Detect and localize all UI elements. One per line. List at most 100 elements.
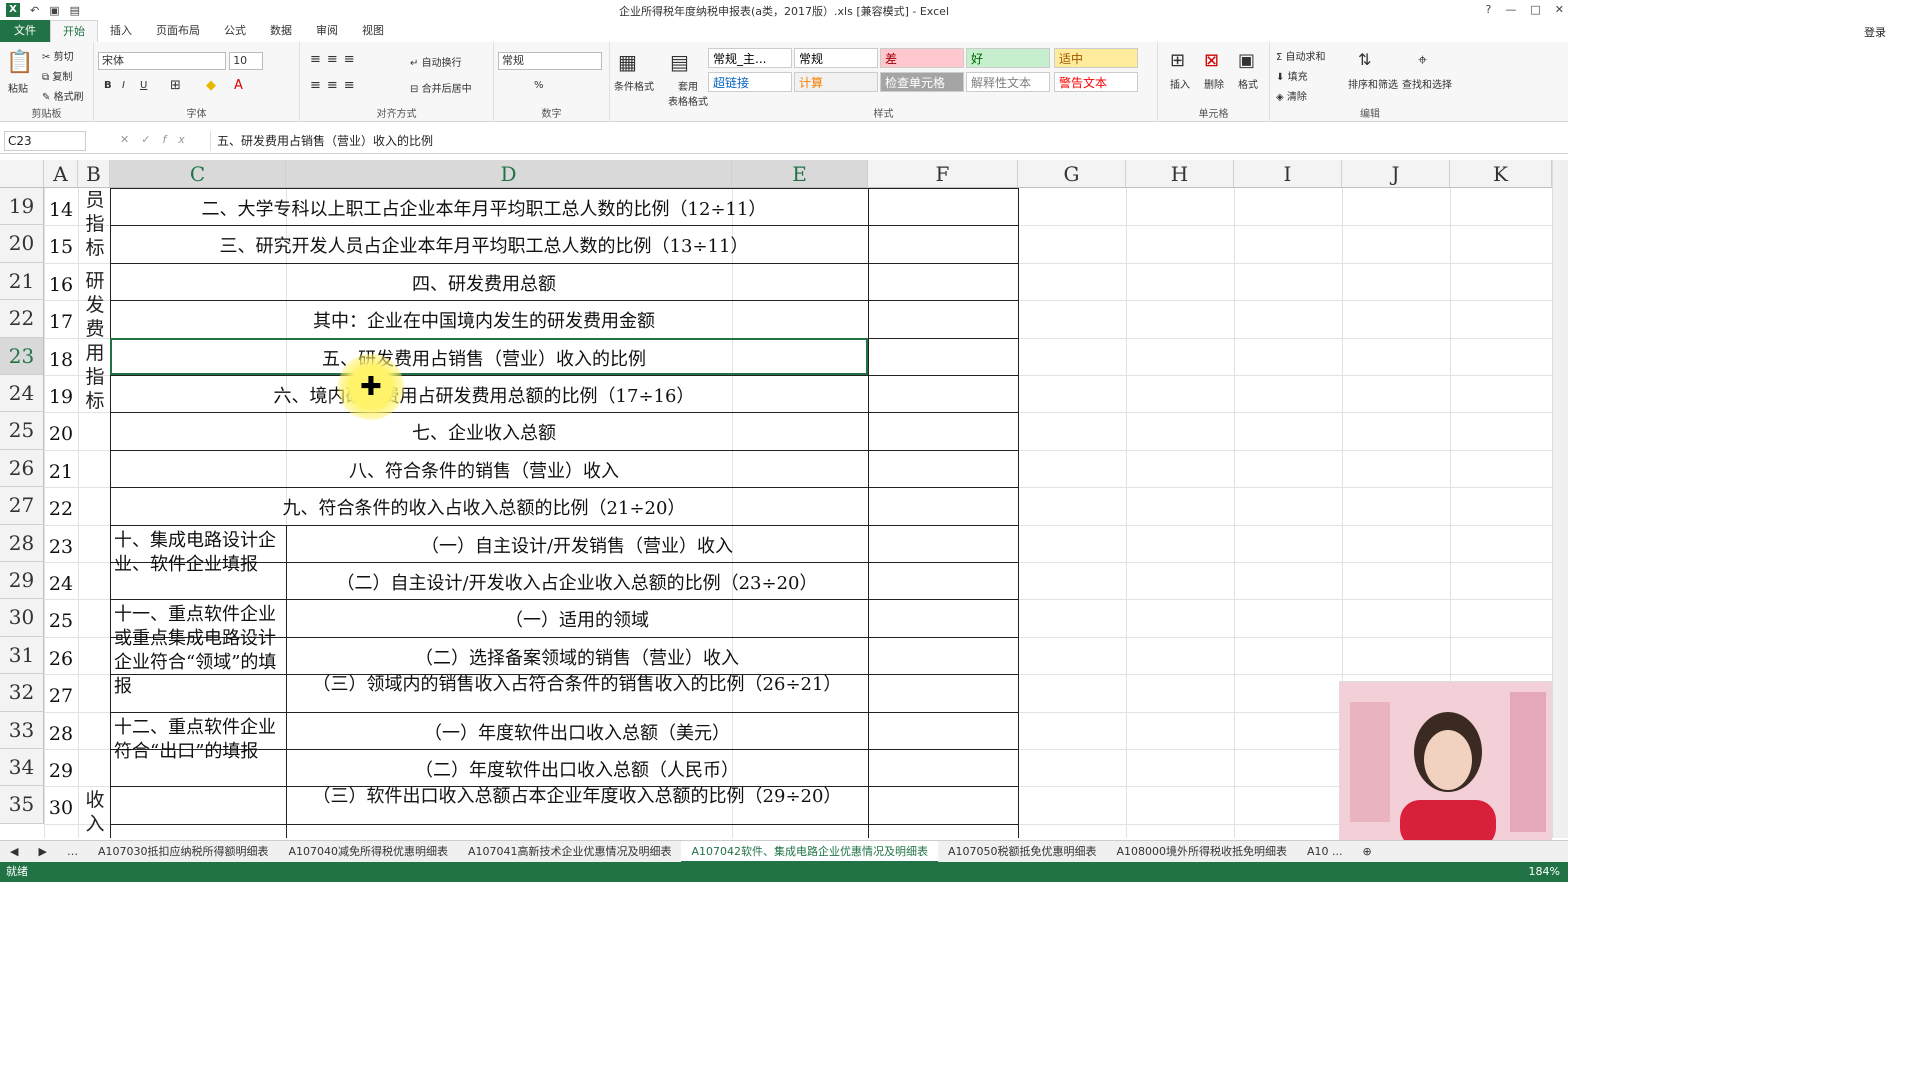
table-format-icon[interactable]: ▤ xyxy=(670,50,689,74)
col-header-F[interactable]: F xyxy=(868,160,1018,188)
insert-cells-icon[interactable]: ⊞ xyxy=(1170,50,1185,71)
col-header-J[interactable]: J xyxy=(1342,160,1450,188)
underline-button[interactable]: U xyxy=(140,80,147,91)
formula-buttons[interactable]: ✕✓fx xyxy=(120,133,197,146)
row-header-23[interactable]: 23 xyxy=(0,337,44,375)
cell-A24[interactable]: 19 xyxy=(44,375,78,412)
row-header-30[interactable]: 30 xyxy=(0,599,44,637)
cell-A19[interactable]: 14 xyxy=(44,188,78,225)
col-header-K[interactable]: K xyxy=(1450,160,1552,188)
col-header-C[interactable]: C xyxy=(110,160,286,188)
row-header-27[interactable]: 27 xyxy=(0,487,44,525)
prev-sheet-icon[interactable]: ◀ xyxy=(0,841,28,863)
sort-filter-button[interactable]: 排序和筛选 xyxy=(1348,76,1398,91)
worksheet-grid[interactable]: A B C D E F G H I J K 19 14 二、大学专科以上职工占企业本年月平均职工总人数的比… xyxy=(0,160,1552,838)
row-header-31[interactable]: 31 xyxy=(0,636,44,675)
sheet-tab-7[interactable]: A10 ... xyxy=(1297,841,1353,863)
tab-home[interactable]: 开始 xyxy=(50,20,98,42)
style-1[interactable]: 常规_主... xyxy=(708,48,792,68)
bold-button[interactable]: B xyxy=(104,80,112,91)
zoom-level[interactable]: 184% xyxy=(1529,862,1560,882)
sort-filter-icon[interactable]: ⇅ xyxy=(1358,50,1371,69)
style-10[interactable]: 警告文本 xyxy=(1054,72,1138,92)
delete-cells-icon[interactable]: ⊠ xyxy=(1204,50,1219,71)
italic-button[interactable]: I xyxy=(122,80,125,91)
maximize-button[interactable]: □ xyxy=(1530,0,1540,20)
row-header-34[interactable]: 34 xyxy=(0,749,44,787)
fill-button[interactable]: ⬇ 填充 xyxy=(1276,68,1308,83)
style-9[interactable]: 解释性文本 xyxy=(966,72,1050,92)
cell-text-34[interactable]: （二）年度软件出口收入总额（人民币） xyxy=(286,749,868,786)
paste-button[interactable]: 粘贴 xyxy=(8,80,28,95)
copy-button[interactable]: ⧉ 复制 xyxy=(42,68,72,83)
tab-page-layout[interactable]: 页面布局 xyxy=(144,20,212,42)
cell-text-25[interactable]: 七、企业收入总额 xyxy=(110,412,858,449)
cell-A22[interactable]: 17 xyxy=(44,300,78,337)
merged-c-2[interactable]: 十一、重点软件企业或重点集成电路设计企业符合“领域”的填报 xyxy=(114,603,284,709)
cell-text-27[interactable]: 九、符合条件的收入占收入总额的比例（21÷20） xyxy=(110,487,858,524)
horizontal-align-icon[interactable]: ≡≡≡ xyxy=(310,78,361,93)
cell-A31[interactable]: 26 xyxy=(44,637,78,674)
col-header-H[interactable]: H xyxy=(1126,160,1234,188)
border-icon[interactable]: ⊞ xyxy=(170,78,181,93)
delete-cells-button[interactable]: 删除 xyxy=(1204,76,1224,91)
cell-A35[interactable]: 30 xyxy=(44,786,78,823)
print-preview-icon[interactable]: ▤ xyxy=(70,4,80,17)
more-sheets-icon[interactable]: … xyxy=(57,841,88,863)
add-sheet-icon[interactable]: ⊕ xyxy=(1353,841,1382,863)
paste-icon[interactable]: 📋 xyxy=(6,50,33,75)
cell-A30[interactable]: 25 xyxy=(44,599,78,636)
sheet-tab-4[interactable]: A107042软件、集成电路企业优惠情况及明细表 xyxy=(681,840,938,863)
undo-icon[interactable]: ↶ xyxy=(30,4,39,17)
find-select-button[interactable]: 查找和选择 xyxy=(1402,76,1452,91)
cell-text-31[interactable]: （二）选择备案领域的销售（营业）收入 xyxy=(286,637,868,674)
close-button[interactable]: ✕ xyxy=(1555,0,1564,20)
format-painter-button[interactable]: ✎ 格式刷 xyxy=(42,88,84,103)
cell-text-21[interactable]: 四、研发费用总额 xyxy=(110,263,858,300)
name-box[interactable]: C23 xyxy=(4,131,86,151)
col-b-label-top[interactable]: 员指标 xyxy=(84,188,106,263)
col-header-B[interactable]: B xyxy=(78,160,110,188)
cell-text-29[interactable]: （二）自主设计/开发收入占企业收入总额的比例（23÷20） xyxy=(286,562,868,599)
style-6[interactable]: 超链接 xyxy=(708,72,792,92)
cell-A32[interactable]: 27 xyxy=(44,674,78,711)
help-button[interactable]: ? xyxy=(1486,0,1492,20)
merged-c-3[interactable]: 十二、重点软件企业符合“出口”的填报 xyxy=(114,716,284,822)
style-7[interactable]: 计算 xyxy=(794,72,878,92)
row-header-24[interactable]: 24 xyxy=(0,375,44,413)
tab-data[interactable]: 数据 xyxy=(258,20,304,42)
row-header-25[interactable]: 25 xyxy=(0,412,44,450)
cell-A29[interactable]: 24 xyxy=(44,562,78,599)
next-sheet-icon[interactable]: ▶ xyxy=(28,841,56,863)
style-3[interactable]: 差 xyxy=(880,48,964,68)
vertical-scrollbar[interactable] xyxy=(1552,160,1568,838)
col-b-label-rd[interactable]: 研发费用指标 xyxy=(84,269,106,413)
cell-A33[interactable]: 28 xyxy=(44,712,78,749)
row-header-21[interactable]: 21 xyxy=(0,262,44,301)
tab-view[interactable]: 视图 xyxy=(350,20,396,42)
style-5[interactable]: 适中 xyxy=(1054,48,1138,68)
save-icon[interactable]: ▣ xyxy=(49,4,59,17)
font-name-select[interactable]: 宋体 xyxy=(98,52,226,70)
font-color-icon[interactable]: A xyxy=(234,78,243,93)
number-format-select[interactable]: 常规 xyxy=(498,52,602,70)
vertical-align-icon[interactable]: ≡≡≡ xyxy=(310,52,361,67)
format-cells-button[interactable]: 格式 xyxy=(1238,76,1258,91)
cell-A20[interactable]: 15 xyxy=(44,225,78,262)
row-header-19[interactable]: 19 xyxy=(0,188,44,226)
row-header-20[interactable]: 20 xyxy=(0,225,44,263)
style-4[interactable]: 好 xyxy=(966,48,1050,68)
row-header-28[interactable]: 28 xyxy=(0,524,44,562)
wrap-text-button[interactable]: ↵ 自动换行 xyxy=(410,54,462,69)
conditional-format-icon[interactable]: ▦ xyxy=(618,50,637,74)
conditional-format-button[interactable]: 条件格式 xyxy=(614,78,654,93)
insert-cells-button[interactable]: 插入 xyxy=(1170,76,1190,91)
col-header-A[interactable]: A xyxy=(44,160,78,188)
cut-button[interactable]: ✂ 剪切 xyxy=(42,48,74,63)
cell-A23[interactable]: 18 xyxy=(44,338,78,375)
format-cells-icon[interactable]: ▣ xyxy=(1238,50,1255,71)
cell-text-26[interactable]: 八、符合条件的销售（营业）收入 xyxy=(110,450,858,487)
binoculars-icon[interactable]: ⌖ xyxy=(1418,50,1427,70)
col-header-I[interactable]: I xyxy=(1234,160,1342,188)
select-all-corner[interactable] xyxy=(0,160,44,188)
